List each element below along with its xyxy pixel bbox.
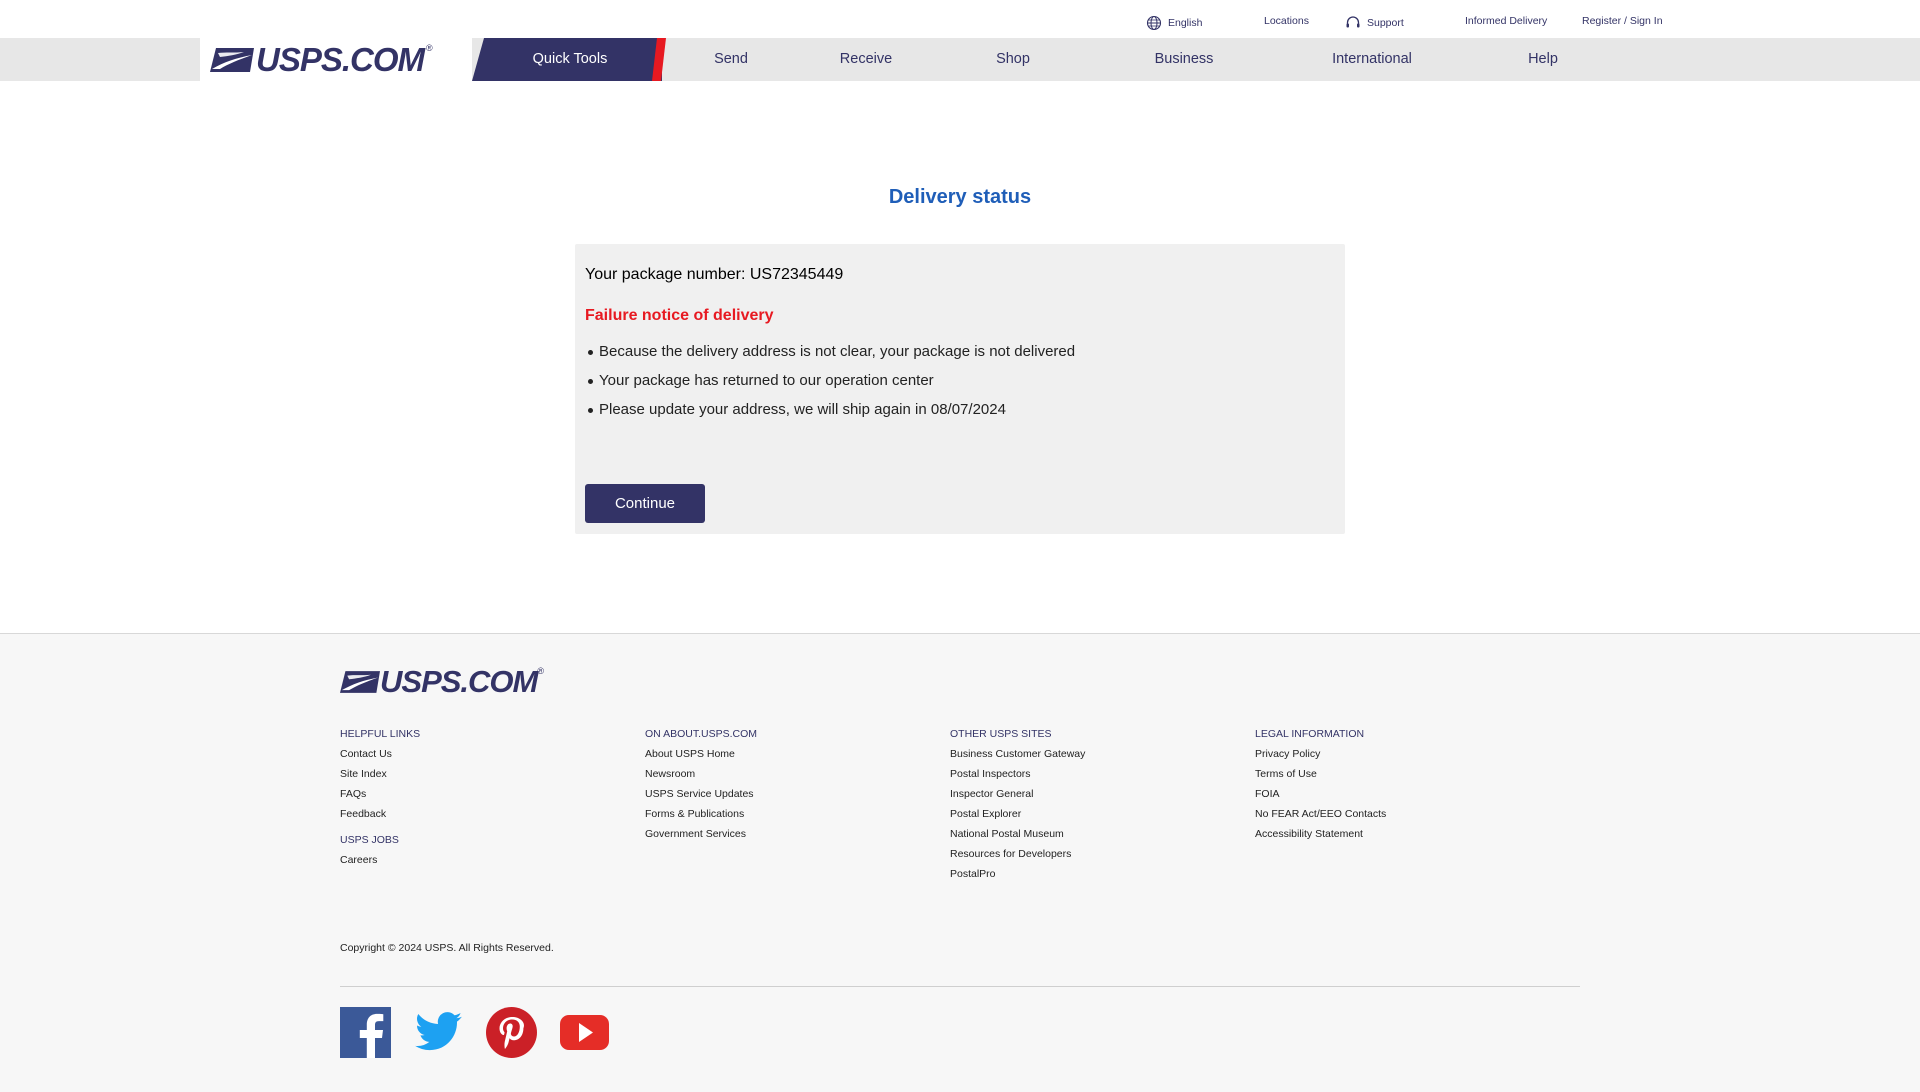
register-label: Register / Sign In xyxy=(1582,15,1663,27)
footer-link-careers[interactable]: Careers xyxy=(340,854,420,866)
footer-link-postal-inspectors[interactable]: Postal Inspectors xyxy=(950,768,1085,780)
nav-help[interactable]: Help xyxy=(1503,38,1583,81)
continue-button[interactable]: Continue xyxy=(585,484,705,523)
footer-link-newsroom[interactable]: Newsroom xyxy=(645,768,757,780)
footer-heading-helpful-links: HELPFUL LINKS xyxy=(340,728,421,740)
footer-link-inspector-general[interactable]: Inspector General xyxy=(950,788,1085,800)
logo-registered-mark: ® xyxy=(426,42,433,53)
footer-link-developers[interactable]: Resources for Developers xyxy=(950,848,1085,860)
nav-international[interactable]: International xyxy=(1317,38,1427,81)
locations-label: Locations xyxy=(1264,15,1309,27)
footer-link-contact-us[interactable]: Contact Us xyxy=(340,748,420,760)
informed-delivery-link[interactable]: Informed Delivery xyxy=(1465,15,1547,27)
logo-group: USPS.COM ® xyxy=(210,41,433,79)
delivery-status-card: Your package number: US72345449 Failure … xyxy=(575,244,1345,534)
footer-link-service-updates[interactable]: USPS Service Updates xyxy=(645,788,757,800)
youtube-icon[interactable] xyxy=(559,1007,610,1058)
pinterest-icon[interactable] xyxy=(486,1007,537,1058)
list-item: Because the delivery address is not clea… xyxy=(588,343,1335,360)
footer-link-privacy-policy[interactable]: Privacy Policy xyxy=(1255,748,1386,760)
footer-logo-text: USPS.COM xyxy=(380,664,538,699)
social-links xyxy=(340,1007,610,1058)
footer-link-business-gateway[interactable]: Business Customer Gateway xyxy=(950,748,1085,760)
footer-link-feedback[interactable]: Feedback xyxy=(340,808,420,820)
page-title: Delivery status xyxy=(888,186,1032,208)
footer-link-forms-publications[interactable]: Forms & Publications xyxy=(645,808,757,820)
footer-col-legal: LEGAL INFORMATION Privacy Policy Terms o… xyxy=(1255,728,1386,848)
footer-link-postal-museum[interactable]: National Postal Museum xyxy=(950,828,1085,840)
support-link[interactable]: Support xyxy=(1345,15,1404,31)
footer-heading-other-sites: OTHER USPS SITES xyxy=(950,728,1052,740)
utility-bar: English Locations Support Informed Deliv… xyxy=(0,0,1920,38)
locations-link[interactable]: Locations xyxy=(1264,15,1309,27)
footer-usps-logo[interactable]: USPS.COM ® xyxy=(340,664,544,700)
footer-link-government-services[interactable]: Government Services xyxy=(645,828,757,840)
logo-text: USPS.COM xyxy=(256,40,425,78)
footer-link-postal-explorer[interactable]: Postal Explorer xyxy=(950,808,1085,820)
footer-link-site-index[interactable]: Site Index xyxy=(340,768,420,780)
language-selector[interactable]: English xyxy=(1146,15,1202,31)
nav-shop[interactable]: Shop xyxy=(963,38,1063,81)
footer-link-accessibility[interactable]: Accessibility Statement xyxy=(1255,828,1386,840)
usps-logo[interactable]: USPS.COM ® xyxy=(200,38,472,81)
nav-quick-tools[interactable]: Quick Tools xyxy=(490,38,650,81)
footer-link-terms-of-use[interactable]: Terms of Use xyxy=(1255,768,1386,780)
footer-link-faqs[interactable]: FAQs xyxy=(340,788,420,800)
footer-link-about-home[interactable]: About USPS Home xyxy=(645,748,757,760)
footer-link-no-fear-act[interactable]: No FEAR Act/EEO Contacts xyxy=(1255,808,1386,820)
twitter-icon[interactable] xyxy=(413,1007,464,1058)
nav-receive[interactable]: Receive xyxy=(818,38,914,81)
language-label: English xyxy=(1168,17,1203,29)
footer-heading-legal: LEGAL INFORMATION xyxy=(1255,728,1365,740)
headset-icon xyxy=(1346,16,1360,28)
footer-link-foia[interactable]: FOIA xyxy=(1255,788,1386,800)
list-item: Please update your address, we will ship… xyxy=(588,401,1335,418)
footer-col-helpful-links: HELPFUL LINKS Contact Us Site Index FAQs… xyxy=(340,728,420,874)
package-number: Your package number: US72345449 xyxy=(585,266,844,283)
footer-heading-about: ON ABOUT.USPS.COM xyxy=(645,728,758,740)
eagle-logo-icon xyxy=(210,47,254,72)
list-item: Your package has returned to our operati… xyxy=(588,372,1335,389)
failure-reasons-list: Because the delivery address is not clea… xyxy=(585,343,1335,418)
failure-notice-title: Failure notice of delivery xyxy=(585,307,774,324)
footer-col-about: ON ABOUT.USPS.COM About USPS Home Newsro… xyxy=(645,728,757,848)
globe-icon xyxy=(1146,15,1162,31)
footer-heading-usps-jobs: USPS JOBS xyxy=(340,834,399,846)
footer-link-postalpro[interactable]: PostalPro xyxy=(950,868,1085,880)
footer-col-other-sites: OTHER USPS SITES Business Customer Gatew… xyxy=(950,728,1085,888)
copyright-text: Copyright © 2024 USPS. All Rights Reserv… xyxy=(340,942,554,954)
support-label: Support xyxy=(1367,17,1404,29)
footer: USPS.COM ® HELPFUL LINKS Contact Us Site… xyxy=(0,633,1920,1092)
informed-delivery-label: Informed Delivery xyxy=(1465,15,1548,27)
nav-business[interactable]: Business xyxy=(1128,38,1240,81)
footer-divider xyxy=(340,986,1580,987)
nav-send[interactable]: Send xyxy=(680,38,782,81)
register-sign-in-link[interactable]: Register / Sign In xyxy=(1582,15,1663,27)
eagle-logo-icon xyxy=(340,671,380,693)
facebook-icon[interactable] xyxy=(340,1007,391,1058)
footer-logo-registered-mark: ® xyxy=(537,666,544,676)
